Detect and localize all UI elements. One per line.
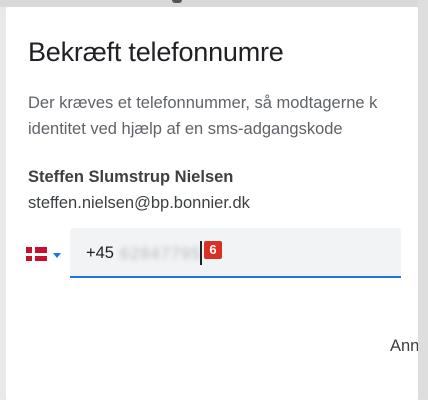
phone-prefix: +45 bbox=[86, 244, 114, 262]
dialog-title: Bekræft telefonnumre bbox=[28, 37, 284, 67]
recipient-name: Steffen Slumstrup Nielsen bbox=[28, 168, 234, 186]
cancel-button[interactable]: Ann bbox=[390, 337, 418, 356]
country-code-dropdown[interactable] bbox=[26, 245, 66, 265]
step-badge: 6 bbox=[204, 241, 222, 259]
phone-number-redacted: 62847795 bbox=[120, 245, 202, 263]
window-right-edge bbox=[418, 0, 428, 400]
window-top-edge bbox=[0, 0, 428, 7]
text-cursor bbox=[200, 241, 202, 265]
dialog-description-line-2: identitet ved hjælp af en sms-adgangskod… bbox=[28, 120, 343, 138]
denmark-flag-icon bbox=[26, 247, 47, 261]
dialog-description-line-1: Der kræves et telefonnummer, så modtager… bbox=[28, 94, 378, 112]
recipient-email: steffen.nielsen@bp.bonnier.dk bbox=[28, 194, 250, 212]
phone-number-input[interactable]: +45 62847795 6 bbox=[70, 228, 401, 278]
confirm-phone-dialog: Bekræft telefonnumre Der kræves et telef… bbox=[6, 7, 418, 400]
dialog-description: Der kræves et telefonnummer, så modtager… bbox=[28, 90, 418, 142]
window-handle bbox=[172, 0, 182, 3]
chevron-down-icon bbox=[53, 253, 61, 258]
